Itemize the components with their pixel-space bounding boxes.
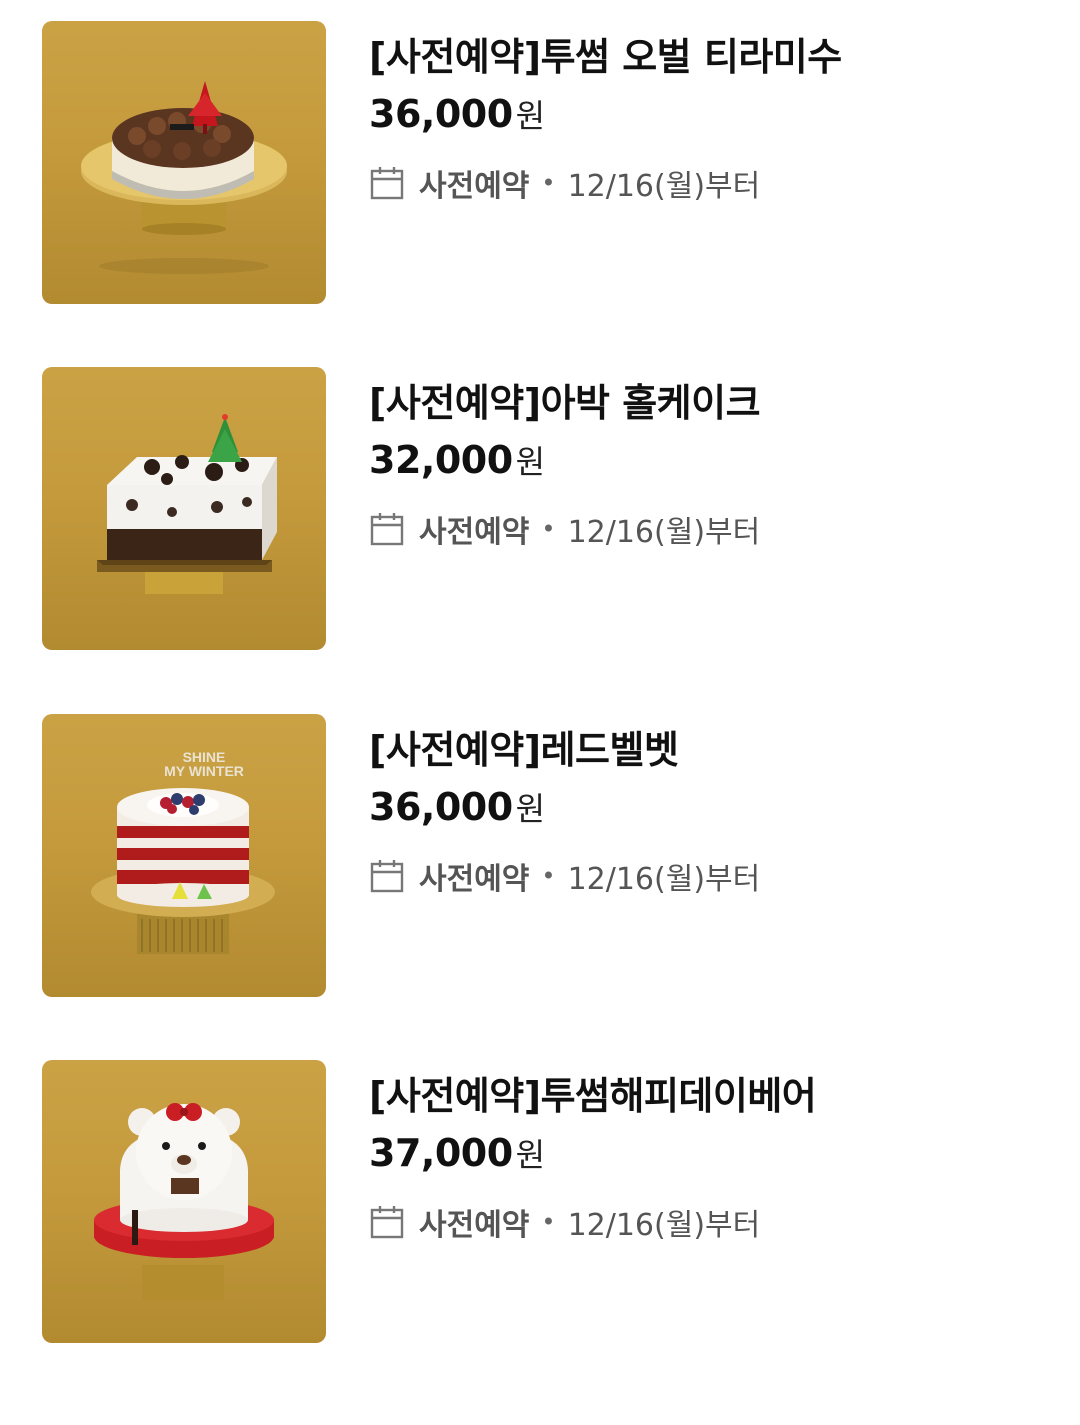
separator-dot: • — [541, 862, 556, 890]
reservation-info: 사전예약 • 12/16(월)부터 — [369, 856, 889, 897]
reserve-label: 사전예약 — [419, 515, 530, 550]
product-item-bear[interactable]: [사전예약]투썸해피데이베어 37,000원 사전예약 • 12/16(월)부터 — [42, 1060, 1042, 1344]
reserve-label: 사전예약 — [419, 862, 530, 897]
price-currency: 원 — [515, 790, 546, 828]
available-date: 12/16(월)부터 — [567, 862, 761, 897]
price-currency: 원 — [515, 1136, 546, 1174]
price-amount: 36,000 — [369, 92, 513, 136]
separator-dot: • — [541, 169, 556, 197]
price-amount: 36,000 — [369, 785, 513, 829]
topper-text-2: MY WINTER — [164, 763, 244, 779]
reservation-info: 사전예약 • 12/16(월)부터 — [369, 1202, 889, 1243]
product-title[interactable]: [사전예약]아박 홀케이크 — [369, 372, 761, 427]
product-list: [사전예약]투썸 오벌 티라미수 36,000원 사전예약 • 12/16(월)… — [0, 0, 1080, 1425]
reserve-label: 사전예약 — [419, 1208, 530, 1243]
calendar-icon — [369, 858, 405, 894]
product-title[interactable]: [사전예약]레드벨벳 — [369, 719, 679, 774]
product-item-cookies-cream[interactable]: [사전예약]아박 홀케이크 32,000원 사전예약 • 12/16(월)부터 — [42, 367, 1042, 651]
available-date: 12/16(월)부터 — [567, 515, 761, 550]
product-item-red-velvet[interactable]: SHINE MY WINTER [사전예약]레드벨벳 36,000원 사전예약 … — [42, 714, 1042, 998]
calendar-icon — [369, 165, 405, 201]
reserve-label: 사전예약 — [419, 169, 530, 204]
product-price: 32,000원 — [369, 437, 545, 483]
available-date: 12/16(월)부터 — [567, 169, 761, 204]
product-title[interactable]: [사전예약]투썸해피데이베어 — [369, 1065, 817, 1120]
product-price: 36,000원 — [369, 784, 545, 830]
product-image-cookies-cream[interactable] — [42, 367, 326, 650]
product-image-tiramisu[interactable] — [42, 21, 326, 304]
product-item-tiramisu[interactable]: [사전예약]투썸 오벌 티라미수 36,000원 사전예약 • 12/16(월)… — [42, 21, 1042, 305]
price-amount: 37,000 — [369, 1131, 513, 1175]
product-price: 37,000원 — [369, 1130, 545, 1176]
product-image-bear[interactable] — [42, 1060, 326, 1343]
calendar-icon — [369, 1204, 405, 1240]
separator-dot: • — [541, 1208, 556, 1236]
price-amount: 32,000 — [369, 438, 513, 482]
product-title[interactable]: [사전예약]투썸 오벌 티라미수 — [369, 26, 842, 81]
reservation-info: 사전예약 • 12/16(월)부터 — [369, 163, 889, 204]
separator-dot: • — [541, 515, 556, 543]
price-currency: 원 — [515, 443, 546, 481]
product-price: 36,000원 — [369, 91, 545, 137]
available-date: 12/16(월)부터 — [567, 1208, 761, 1243]
product-image-red-velvet[interactable]: SHINE MY WINTER — [42, 714, 326, 997]
reservation-info: 사전예약 • 12/16(월)부터 — [369, 509, 889, 550]
calendar-icon — [369, 511, 405, 547]
price-currency: 원 — [515, 97, 546, 135]
